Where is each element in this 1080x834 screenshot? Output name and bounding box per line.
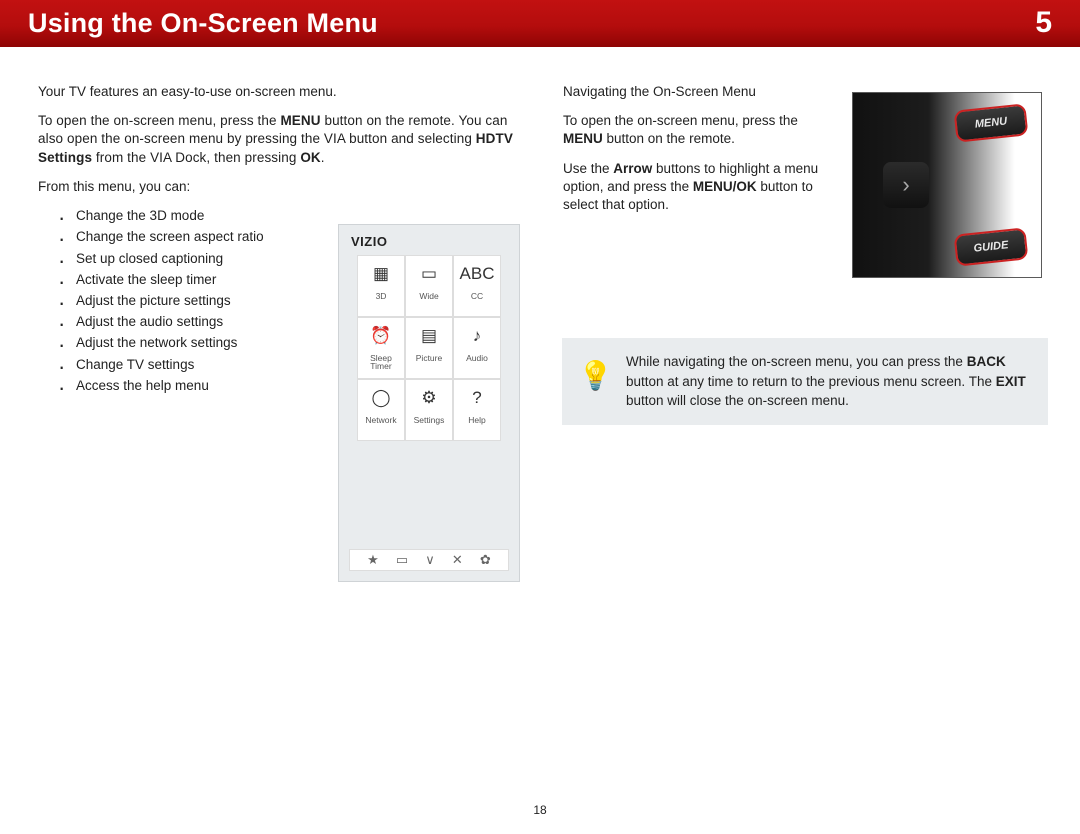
cc-icon: ABC bbox=[464, 262, 490, 288]
tip-box: 💡 While navigating the on-screen menu, y… bbox=[562, 338, 1048, 425]
footer-icon-1: ▭ bbox=[396, 551, 408, 569]
feature-list: Change the 3D mode Change the screen asp… bbox=[58, 207, 313, 395]
menu-cell-label: Picture bbox=[416, 354, 442, 363]
list-item: Change the 3D mode bbox=[58, 207, 313, 225]
menu-footer-icons: ★ ▭ ∨ ✕ ✿ bbox=[349, 549, 509, 571]
page-number: 18 bbox=[0, 802, 1080, 818]
audio-icon: ♪ bbox=[464, 324, 490, 350]
menu-cell-wide: ▭ Wide bbox=[405, 255, 453, 317]
list-item: Change TV settings bbox=[58, 356, 313, 374]
wide-icon: ▭ bbox=[416, 262, 442, 288]
menu-cell-label: Network bbox=[365, 416, 396, 425]
remote-photo: MENU › GUIDE bbox=[852, 92, 1042, 278]
list-lead: From this menu, you can: bbox=[38, 178, 517, 196]
picture-icon: ▤ bbox=[416, 324, 442, 350]
menu-cell-label: Wide bbox=[419, 292, 438, 301]
menu-cell-settings: ⚙ Settings bbox=[405, 379, 453, 441]
menu-cell-label: Settings bbox=[414, 416, 445, 425]
menu-cell-3d: ▦ 3D bbox=[357, 255, 405, 317]
menu-cell-help: ? Help bbox=[453, 379, 501, 441]
list-item: Adjust the network settings bbox=[58, 334, 313, 352]
list-item: Adjust the picture settings bbox=[58, 292, 313, 310]
remote-guide-button: GUIDE bbox=[954, 227, 1029, 266]
list-item: Activate the sleep timer bbox=[58, 271, 313, 289]
right-p2: Use the Arrow buttons to highlight a men… bbox=[563, 160, 833, 215]
list-item: Access the help menu bbox=[58, 377, 313, 395]
onscreen-menu-graphic: VIZIO ▦ 3D ▭ Wide ABC CC ⏰ Sleep Timer ▤ Picture ♪… bbox=[338, 224, 520, 582]
right-p1: To open the on-screen menu, press the ME… bbox=[563, 112, 833, 148]
menu-cell-picture: ▤ Picture bbox=[405, 317, 453, 379]
network-icon: ◯ bbox=[368, 386, 394, 412]
settings-icon: ⚙ bbox=[416, 386, 442, 412]
menu-cell-label: Audio bbox=[466, 354, 488, 363]
chapter-number: 5 bbox=[1035, 3, 1052, 44]
lightbulb-icon: 💡 bbox=[578, 356, 613, 397]
menu-cell-label: Help bbox=[468, 416, 485, 425]
intro-text: Your TV features an easy-to-use on-scree… bbox=[38, 83, 517, 101]
menu-cell-label: 3D bbox=[376, 292, 387, 301]
footer-icon-3: ✕ bbox=[452, 551, 463, 569]
menu-cell-sleep-timer: ⏰ Sleep Timer bbox=[357, 317, 405, 379]
chapter-title: Using the On-Screen Menu bbox=[28, 5, 378, 41]
remote-arrow-icon: › bbox=[883, 162, 929, 208]
3d-icon: ▦ bbox=[368, 262, 394, 288]
menu-cell-audio: ♪ Audio bbox=[453, 317, 501, 379]
open-text: To open the on-screen menu, press the ME… bbox=[38, 112, 517, 167]
vizio-logo: VIZIO bbox=[339, 225, 519, 255]
remote-menu-button: MENU bbox=[954, 103, 1029, 142]
list-item: Set up closed captioning bbox=[58, 250, 313, 268]
chapter-header: Using the On-Screen Menu 5 bbox=[0, 0, 1080, 47]
help-icon: ? bbox=[464, 386, 490, 412]
menu-cell-cc: ABC CC bbox=[453, 255, 501, 317]
sleep-icon: ⏰ bbox=[368, 324, 394, 350]
menu-cell-network: ◯ Network bbox=[357, 379, 405, 441]
footer-icon-4: ✿ bbox=[480, 551, 491, 569]
list-item: Adjust the audio settings bbox=[58, 313, 313, 331]
menu-cell-label: Sleep Timer bbox=[370, 354, 392, 372]
list-item: Change the screen aspect ratio bbox=[58, 228, 313, 246]
menu-cell-label: CC bbox=[471, 292, 483, 301]
footer-icon-0: ★ bbox=[367, 551, 379, 569]
footer-icon-2: ∨ bbox=[425, 551, 435, 569]
